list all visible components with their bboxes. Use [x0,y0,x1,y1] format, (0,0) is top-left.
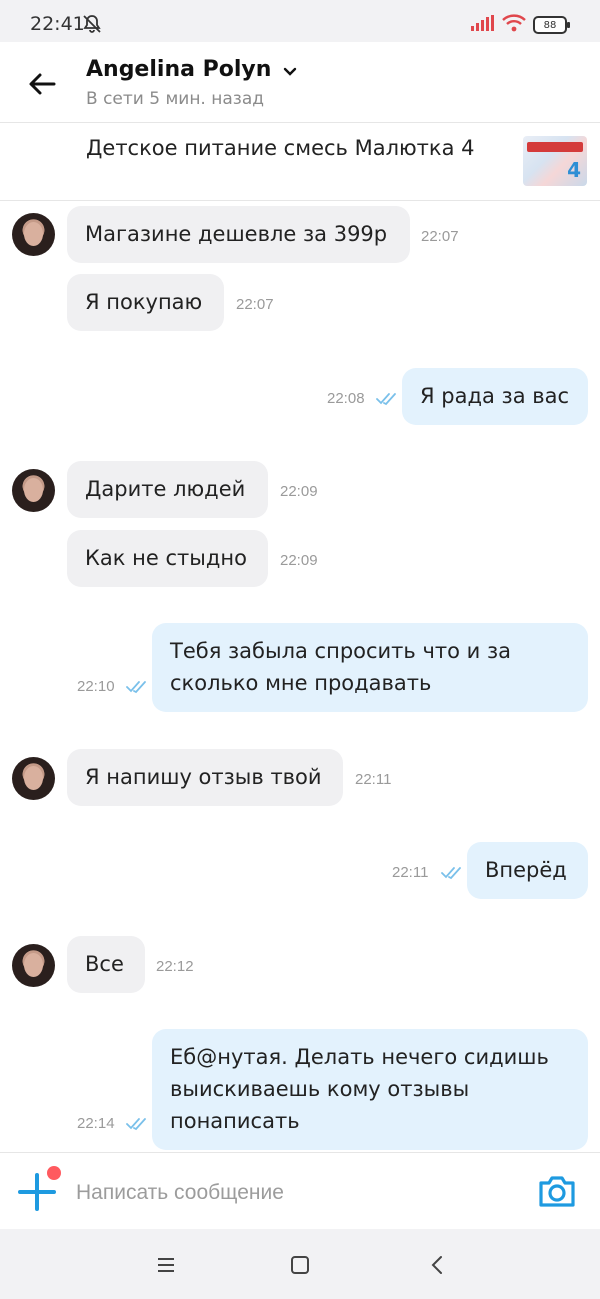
message-text: Магазине дешевле за 399р [85,222,388,246]
message-bubble[interactable]: Я рада за вас [402,368,588,425]
double-check-icon [126,679,148,698]
message-time: 22:12 [156,958,194,975]
avatar[interactable] [12,213,55,256]
message-time: 22:09 [280,483,318,500]
message-time: 22:10 [77,678,115,695]
status-time: 22:41 [30,13,85,35]
system-nav-bar [0,1229,600,1299]
message-text: Я напишу отзыв твой [85,765,322,789]
back-icon[interactable] [426,1253,450,1277]
message-text: Дарите людей [85,477,246,501]
battery-icon: 88 [533,16,570,34]
message-time: 22:08 [327,390,365,407]
home-icon[interactable] [288,1253,312,1277]
message-bubble[interactable]: Дарите людей [67,461,268,518]
avatar[interactable] [12,469,55,512]
message-text: Я рада за вас [420,384,570,408]
notification-dot [47,1166,61,1180]
message-text: Еб@нутая. Делать нечего сидишь выискивае… [170,1045,549,1133]
camera-icon[interactable] [537,1173,577,1209]
wifi-icon [501,14,527,36]
signal-icon [471,15,495,35]
product-title: Детское питание смесь Малютка 4 [86,136,475,160]
double-check-icon [126,1116,148,1135]
presence-status: В сети 5 мин. назад [86,89,264,109]
message-bubble[interactable]: Я напишу отзыв твой [67,749,343,806]
double-check-icon [441,865,463,884]
message-text: Все [85,952,124,976]
message-text: Как не стыдно [85,546,247,570]
message-bubble[interactable]: Еб@нутая. Делать нечего сидишь выискивае… [152,1029,588,1150]
avatar[interactable] [12,757,55,800]
product-banner[interactable]: Детское питание смесь Малютка 4 4 [0,123,600,201]
message-input[interactable] [74,1175,498,1211]
message-composer [0,1152,600,1229]
message-bubble[interactable]: Тебя забыла спросить что и за сколько мн… [152,623,588,712]
message-text: Тебя забыла спросить что и за сколько мн… [170,639,511,695]
message-time: 22:07 [236,296,274,313]
double-check-icon [376,391,398,410]
message-text: Вперёд [485,858,567,882]
message-time: 22:11 [392,864,429,881]
message-time: 22:09 [280,552,318,569]
contact-name: Angelina Polyn [86,57,272,82]
menu-icon[interactable] [154,1253,178,1277]
product-thumbnail[interactable]: 4 [523,136,587,186]
message-bubble[interactable]: Все [67,936,145,993]
message-text: Я покупаю [85,290,203,314]
muted-bell-icon [82,14,102,38]
arrow-left-icon[interactable] [26,68,58,100]
contact-name-button[interactable]: Angelina Polyn [86,57,297,83]
status-bar: 22:41 88 [0,0,600,42]
message-time: 22:07 [421,228,459,245]
message-time: 22:14 [77,1115,115,1132]
message-bubble[interactable]: Я покупаю [67,274,224,331]
message-bubble[interactable]: Как не стыдно [67,530,268,587]
message-bubble[interactable]: Вперёд [467,842,588,899]
message-bubble[interactable]: Магазине дешевле за 399р [67,206,410,263]
message-list[interactable]: Магазине дешевле за 399р 22:07 Я покупаю… [0,201,600,1151]
chat-header: Angelina Polyn В сети 5 мин. назад [0,42,600,123]
chevron-down-icon [283,58,297,83]
message-time: 22:11 [355,771,392,788]
avatar[interactable] [12,944,55,987]
